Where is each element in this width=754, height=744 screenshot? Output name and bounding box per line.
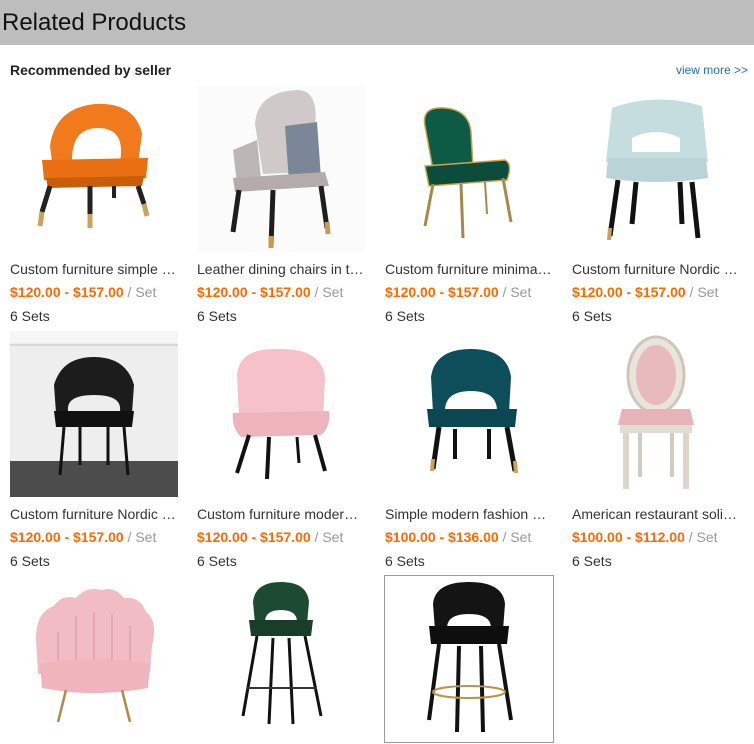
product-image-light-blue-chair[interactable]	[572, 86, 740, 252]
product-price: $120.00 - $157.00 / Set	[385, 284, 532, 300]
product-moq: 6 Sets	[10, 553, 50, 569]
product-name[interactable]: Custom furniture minimalist	[385, 260, 553, 278]
product-image-teal-velvet-chair[interactable]	[385, 331, 553, 497]
product-image-oval-back-chair[interactable]	[572, 331, 740, 497]
product-image-taupe-leather-chair[interactable]	[197, 86, 365, 252]
product-name[interactable]: Custom furniture simple modern	[10, 260, 178, 278]
product-price: $120.00 - $157.00 / Set	[572, 284, 719, 300]
product-name[interactable]: Custom furniture Nordic style	[572, 260, 740, 278]
product-moq: 6 Sets	[572, 308, 612, 324]
product-name[interactable]: American restaurant solid wood	[572, 505, 740, 523]
product-price: $100.00 - $136.00 / Set	[385, 529, 532, 545]
product-image-black-chair-room[interactable]	[10, 331, 178, 497]
product-name[interactable]: Custom furniture modern pink	[197, 505, 365, 523]
product-image-black-bar-stool[interactable]	[384, 575, 554, 743]
product-image-green-velvet-chair[interactable]	[385, 86, 553, 252]
product-price: $120.00 - $157.00 / Set	[10, 529, 157, 545]
product-moq: 6 Sets	[572, 553, 612, 569]
product-image-orange-dining-chair[interactable]	[10, 86, 178, 252]
product-image-pink-tub-chair[interactable]	[197, 331, 365, 497]
product-moq: 6 Sets	[197, 553, 237, 569]
product-price: $100.00 - $112.00 / Set	[572, 529, 718, 545]
product-price: $120.00 - $157.00 / Set	[10, 284, 157, 300]
product-moq: 6 Sets	[197, 308, 237, 324]
product-name[interactable]: Custom furniture Nordic style	[10, 505, 178, 523]
product-image-pink-shell-armchair[interactable]	[10, 576, 178, 742]
product-moq: 6 Sets	[385, 553, 425, 569]
product-name[interactable]: Leather dining chairs in taupe	[197, 260, 365, 278]
product-price: $120.00 - $157.00 / Set	[197, 284, 344, 300]
product-moq: 6 Sets	[10, 308, 50, 324]
product-price: $120.00 - $157.00 / Set	[197, 529, 344, 545]
product-grid: Custom furniture simple modern $120.00 -…	[0, 0, 754, 744]
product-moq: 6 Sets	[385, 308, 425, 324]
product-image-green-bar-stool[interactable]	[197, 576, 365, 742]
product-name[interactable]: Simple modern fashion dining	[385, 505, 553, 523]
